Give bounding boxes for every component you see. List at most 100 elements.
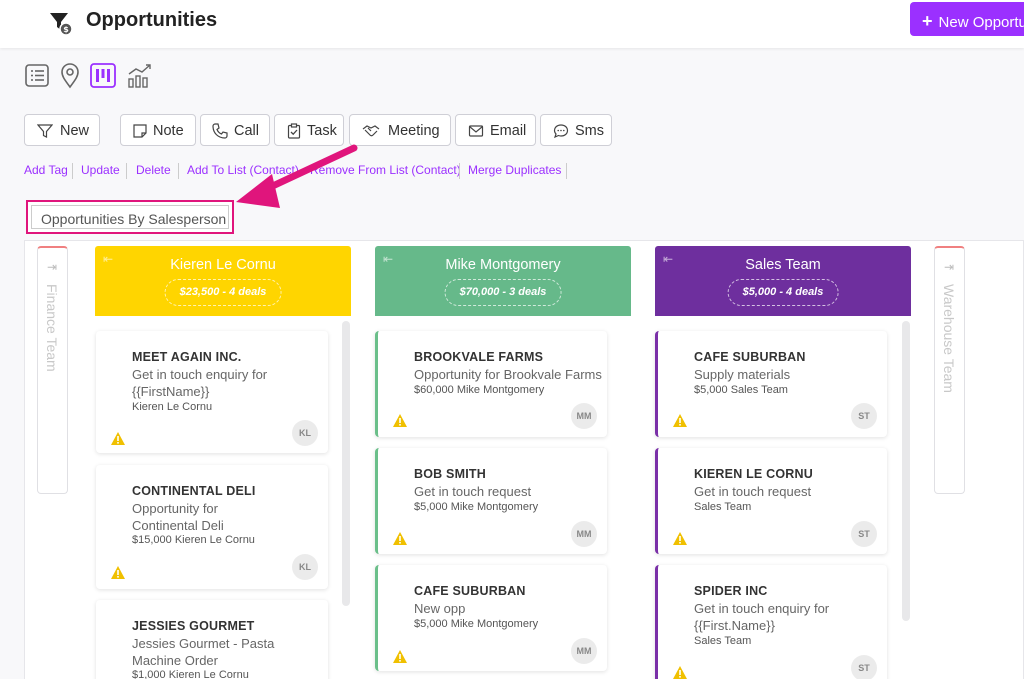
svg-text:$: $ [63,25,69,34]
list-view-icon[interactable] [24,62,52,90]
pipeline-select-highlight: Opportunities By Salesperson [26,200,234,234]
card-title: JESSIES GOURMET [132,619,255,633]
divider [178,163,179,179]
opportunity-card[interactable]: MEET AGAIN INC. Get in touch enquiry for… [96,331,328,453]
new-filter-button[interactable]: New [24,114,100,146]
opportunity-card[interactable]: BROOKVALE FARMS Opportunity for Brookval… [375,331,607,437]
divider [566,163,567,179]
warning-icon [393,650,407,663]
chart-view-icon[interactable] [126,62,154,90]
card-description: Supply materials [694,367,791,382]
opportunity-card[interactable]: BOB SMITH Get in touch request $5,000 Mi… [375,448,607,554]
update-link[interactable]: Update [81,163,120,177]
board-view-icon[interactable] [90,62,118,90]
avatar: ST [851,403,877,429]
card-description: Get in touch request [694,484,812,499]
card-meta: $60,000 Mike Montgomery [414,384,545,396]
sms-button[interactable]: Sms [540,114,612,146]
card-meta: $5,000 Mike Montgomery [414,618,539,630]
opportunity-card[interactable]: KIEREN LE CORNU Get in touch request Sal… [655,448,887,554]
card-title: SPIDER INC [694,584,768,598]
delete-link[interactable]: Delete [136,163,171,177]
card-meta: $1,000 Kieren Le Cornu [132,669,249,679]
card-meta: $5,000 Mike Montgomery [414,501,539,513]
map-pin-icon[interactable] [58,62,86,90]
task-button[interactable]: Task [274,114,344,146]
note-label: Note [153,123,184,139]
opportunity-card[interactable]: CAFE SUBURBAN New opp $5,000 Mike Montgo… [375,565,607,671]
card-title: BROOKVALE FARMS [414,350,544,364]
collapsed-column-finance[interactable]: ⇥ Finance Team [37,246,68,494]
warning-icon [111,566,125,579]
card-description: Opportunity for Continental Deli [132,501,224,533]
pipeline-select[interactable]: Opportunities By Salesperson [31,205,229,229]
card-meta: Sales Team [694,635,752,647]
new-opportunity-label: New Opportunity [938,14,1024,31]
column-name: Kieren Le Cornu [170,257,276,273]
card-title: KIEREN LE CORNU [694,467,813,481]
column-summary: $23,500 - 4 deals [164,279,282,306]
divider [459,163,460,179]
email-button[interactable]: Email [455,114,536,146]
add-to-list-link[interactable]: Add To List (Contact) [187,163,299,177]
card-description: Opportunity for Brookvale Farms [414,367,602,382]
avatar: MM [571,403,597,429]
card-meta: $5,000 Sales Team [694,384,788,396]
avatar: MM [571,638,597,664]
card-meta: Sales Team [694,501,752,513]
divider [126,163,127,179]
opportunity-card[interactable]: JESSIES GOURMET Jessies Gourmet - Pasta … [96,600,328,679]
avatar: KL [292,420,318,446]
phone-icon [212,123,228,139]
opportunity-card[interactable]: SPIDER INC Get in touch enquiry for {{Fi… [655,565,887,679]
column-header-mike: ⇤ Mike Montgomery $70,000 - 3 deals [375,246,631,316]
task-label: Task [307,123,337,139]
meeting-button[interactable]: Meeting [349,114,451,146]
avatar: ST [851,521,877,547]
card-meta: $15,000 Kieren Le Cornu [132,534,255,546]
note-button[interactable]: Note [120,114,196,146]
meeting-label: Meeting [388,123,440,139]
page-title: Opportunities [86,9,218,31]
warning-icon [111,432,125,445]
divider [72,163,73,179]
expand-arrow-icon[interactable]: ⇥ [944,260,954,274]
card-meta: Kieren Le Cornu [132,401,213,413]
top-bar: $ Opportunities + New Opportunity [0,0,1024,48]
expand-arrow-icon[interactable]: ⇥ [47,260,57,274]
card-title: BOB SMITH [414,467,486,481]
column-name: Sales Team [745,257,821,273]
email-label: Email [490,123,527,139]
add-tag-link[interactable]: Add Tag [24,163,68,177]
sms-label: Sms [575,123,604,139]
collapsed-column-label: Warehouse Team [941,284,957,393]
opportunity-card[interactable]: CONTINENTAL DELI Opportunity for Contine… [96,465,328,589]
card-title: CAFE SUBURBAN [414,584,526,598]
card-description: Jessies Gourmet - Pasta Machine Order [132,636,275,668]
new-opportunity-button[interactable]: + New Opportunity [910,2,1024,36]
card-title: CONTINENTAL DELI [132,484,256,498]
avatar: ST [851,655,877,679]
clipboard-check-icon [287,123,301,139]
column-name: Mike Montgomery [445,257,561,273]
collapsed-column-warehouse[interactable]: ⇥ Warehouse Team [934,246,965,494]
call-label: Call [234,123,259,139]
remove-from-list-link[interactable]: Remove From List (Contact) [310,163,461,177]
column-scrollbar[interactable] [902,321,910,621]
card-description: Get in touch enquiry for {{First.Name}} [694,601,830,633]
column-summary: $70,000 - 3 deals [444,279,562,306]
warning-icon [673,532,687,545]
filter-icon [37,124,53,138]
opportunity-card[interactable]: CAFE SUBURBAN Supply materials $5,000 Sa… [655,331,887,437]
call-button[interactable]: Call [200,114,270,146]
warning-icon [393,532,407,545]
funnel-dollar-icon: $ [50,13,73,36]
card-description: Get in touch request [414,484,532,499]
note-icon [133,124,147,138]
merge-duplicates-link[interactable]: Merge Duplicates [468,163,561,177]
avatar: KL [292,554,318,580]
column-scrollbar[interactable] [342,321,350,606]
card-description: New opp [414,601,466,616]
warning-icon [393,414,407,427]
handshake-icon [362,125,380,137]
